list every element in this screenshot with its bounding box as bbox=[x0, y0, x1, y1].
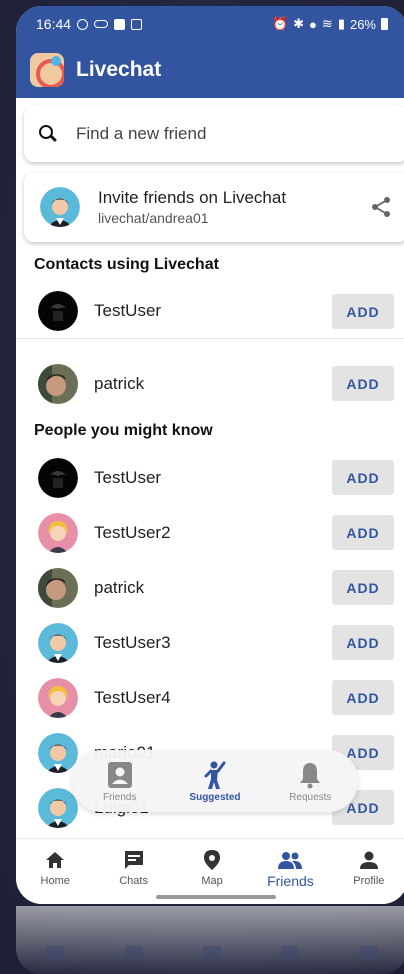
person-icon bbox=[359, 851, 378, 869]
avatar bbox=[38, 622, 78, 663]
tab-requests[interactable]: Requests bbox=[265, 760, 355, 803]
tab-friends-label: Friends bbox=[102, 791, 137, 803]
avatar bbox=[38, 291, 78, 331]
reflection-person-icon bbox=[359, 946, 378, 960]
nav-profile[interactable]: Profile bbox=[330, 839, 404, 904]
wifi-icon: ≋ bbox=[321, 16, 333, 31]
suggested-name: TestUser3 bbox=[94, 632, 171, 652]
avatar bbox=[38, 732, 78, 773]
signal-icon: ▮ bbox=[337, 16, 345, 31]
user-avatar bbox=[40, 187, 80, 227]
home-icon bbox=[46, 852, 65, 868]
battery-icon bbox=[381, 18, 388, 30]
avatar bbox=[38, 512, 78, 553]
nav-map-label: Map bbox=[201, 875, 223, 887]
app-logo-icon bbox=[30, 53, 64, 87]
chat-icon bbox=[124, 851, 143, 869]
contact-row[interactable]: patrick ADD bbox=[16, 356, 404, 411]
people-icon bbox=[278, 852, 303, 869]
share-icon[interactable] bbox=[370, 196, 392, 218]
map-pin-icon bbox=[204, 850, 221, 870]
invite-card[interactable]: Invite friends on Livechat livechat/andr… bbox=[24, 172, 404, 242]
suggested-name: TestUser4 bbox=[94, 687, 171, 707]
voicemail-icon bbox=[94, 20, 109, 28]
phone-screen: 16:44 ⏰ ✱ ● ≋ ▮ 26% Livechat Find a new … bbox=[16, 6, 404, 904]
location-icon: ● bbox=[309, 16, 317, 32]
battery-level: 26% bbox=[349, 16, 376, 32]
reflection-home-icon bbox=[46, 946, 65, 960]
avatar bbox=[38, 787, 78, 828]
add-button[interactable]: ADD bbox=[332, 294, 394, 329]
suggested-row[interactable]: patrick ADD bbox=[16, 560, 404, 615]
bell-icon bbox=[300, 762, 321, 788]
contact-name: TestUser bbox=[94, 301, 162, 320]
add-button[interactable]: ADD bbox=[332, 680, 394, 715]
bluetooth-icon: ✱ bbox=[293, 16, 305, 31]
invite-title: Invite friends on Livechat bbox=[98, 188, 287, 207]
avatar bbox=[38, 567, 78, 608]
home-indicator[interactable] bbox=[156, 895, 276, 899]
nav-chats-label: Chats bbox=[119, 875, 148, 887]
screen-reflection bbox=[16, 906, 404, 974]
add-button[interactable]: ADD bbox=[332, 625, 394, 660]
notification-icon bbox=[114, 18, 126, 30]
search-bar[interactable]: Find a new friend bbox=[24, 106, 404, 162]
nav-home[interactable]: Home bbox=[16, 839, 94, 904]
alarm-icon: ⏰ bbox=[271, 16, 289, 31]
add-button[interactable]: ADD bbox=[332, 515, 394, 550]
tab-friends[interactable]: Friends bbox=[75, 760, 165, 803]
section-contacts-title: Contacts using Livechat bbox=[34, 256, 219, 273]
tab-requests-label: Requests bbox=[289, 791, 332, 803]
tab-suggested-label: Suggested bbox=[189, 791, 241, 803]
nav-profile-label: Profile bbox=[353, 875, 385, 887]
suggested-name: TestUser bbox=[94, 467, 162, 487]
search-icon bbox=[38, 124, 58, 144]
section-suggested-title: People you might know bbox=[34, 422, 213, 439]
suggested-row[interactable]: TestUser4 ADD bbox=[16, 670, 404, 725]
instagram-icon bbox=[77, 18, 89, 30]
suggested-row[interactable]: TestUser2 ADD bbox=[16, 505, 404, 560]
suggested-name: TestUser2 bbox=[94, 522, 171, 542]
reflection-map-icon bbox=[202, 946, 221, 960]
search-input[interactable]: Find a new friend bbox=[76, 124, 206, 144]
person-waving-icon bbox=[204, 761, 226, 789]
app-title: Livechat bbox=[76, 58, 162, 81]
contact-name: patrick bbox=[94, 373, 145, 393]
reflection-chat-icon bbox=[124, 946, 143, 960]
image-icon bbox=[131, 18, 143, 30]
app-bar: Livechat bbox=[16, 42, 404, 98]
status-bar: 16:44 ⏰ ✱ ● ≋ ▮ 26% bbox=[16, 6, 404, 42]
avatar bbox=[38, 457, 78, 498]
suggested-name: patrick bbox=[94, 577, 145, 597]
add-button[interactable]: ADD bbox=[332, 366, 394, 401]
friends-tab-bar: Friends Suggested Requests bbox=[72, 750, 358, 812]
nav-friends-label: Friends bbox=[267, 873, 314, 889]
reflection-people-icon bbox=[281, 946, 300, 960]
avatar bbox=[38, 677, 78, 718]
contact-row[interactable]: TestUser ADD bbox=[16, 284, 404, 339]
add-button[interactable]: ADD bbox=[332, 460, 394, 495]
suggested-row[interactable]: TestUser3 ADD bbox=[16, 615, 404, 670]
nav-home-label: Home bbox=[40, 875, 70, 887]
invite-link: livechat/andrea01 bbox=[98, 210, 209, 226]
tab-suggested[interactable]: Suggested bbox=[170, 760, 260, 803]
avatar bbox=[38, 363, 78, 404]
add-button[interactable]: ADD bbox=[332, 570, 394, 605]
suggested-row[interactable]: TestUser ADD bbox=[16, 450, 404, 505]
contact-card-icon bbox=[107, 761, 132, 788]
status-time: 16:44 bbox=[36, 16, 72, 32]
